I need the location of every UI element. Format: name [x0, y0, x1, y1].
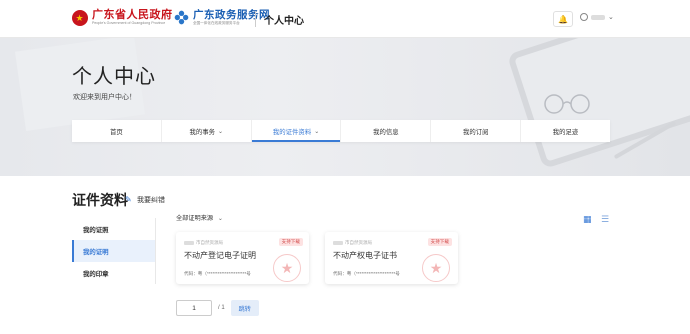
sidebar: 我的证照 我的证明 我的印章 [72, 218, 156, 284]
top-bar: 广东省人民政府 People's Government of Guangdong… [0, 0, 690, 38]
decor-glasses-icon [544, 94, 590, 114]
hero-subtitle: 欢迎来到用户中心！ [73, 94, 136, 101]
chevron-down-icon: ⌄ [314, 128, 320, 135]
nav-home[interactable]: 首页 [72, 120, 162, 142]
nav-my-subscriptions[interactable]: 我的订阅 [431, 120, 522, 142]
chevron-down-icon: ⌄ [218, 128, 224, 135]
pagination: / 1 跳转 [176, 300, 259, 316]
jump-button[interactable]: 跳转 [230, 300, 259, 316]
chevron-down-icon: ⌄ [217, 216, 223, 222]
notification-button[interactable]: 🔔 [553, 11, 573, 27]
card-code: 代码：粤（**********************号 [184, 271, 251, 276]
download-badge[interactable]: 支持下载 [427, 238, 452, 246]
nav-my-info[interactable]: 我的信息 [341, 120, 432, 142]
seal-star-icon: ★ [273, 254, 301, 282]
main-nav: 首页 我的事务 ⌄ 我的证件资料 ⌄ 我的信息 我的订阅 我的足迹 [72, 120, 610, 142]
gov-subtitle: People's Government of Guangdong Provinc… [92, 21, 166, 25]
nav-my-subscriptions-label: 我的订阅 [462, 128, 489, 136]
card-title: 不动产登记电子证明 [184, 251, 256, 260]
card-issuer: 市自然资源局 [184, 240, 223, 246]
service-subtitle: 全国一体化在线政务服务平台 [193, 21, 240, 25]
source-filter-label: 全部证明来源 [176, 215, 214, 222]
certificate-card[interactable]: 市自然资源局 支持下载 不动产登记电子证明 代码：粤（*************… [176, 232, 309, 284]
service-title: 广东政务服务网 [193, 9, 270, 21]
edit-icon[interactable]: ✎ [125, 195, 132, 204]
masked-text [184, 241, 194, 245]
nav-my-affairs-label: 我的事务 [189, 128, 215, 136]
source-filter-dropdown[interactable]: 全部证明来源 ⌄ [176, 213, 223, 222]
seal-star-icon: ★ [422, 254, 450, 282]
correction-link[interactable]: 我要纠错 [137, 195, 165, 205]
nav-my-footprints[interactable]: 我的足迹 [521, 120, 610, 142]
nav-my-footprints-label: 我的足迹 [552, 128, 579, 136]
certificate-card[interactable]: 市自然资源局 支持下载 不动产权电子证书 代码：粤（**************… [325, 232, 458, 284]
card-title: 不动产权电子证书 [333, 251, 397, 260]
page-number-input[interactable] [176, 300, 212, 316]
flower-logo-icon [174, 10, 189, 25]
national-emblem-icon [72, 9, 88, 26]
download-badge[interactable]: 支持下载 [278, 238, 303, 246]
hero-title: 个人中心 [72, 66, 156, 88]
gov-title: 广东省人民政府 [92, 9, 173, 21]
page-total: / 1 [218, 305, 225, 311]
card-issuer: 市自然资源局 [333, 240, 372, 246]
section-title: 证件资料 [72, 192, 128, 208]
bell-icon: 🔔 [558, 14, 568, 24]
header-divider [255, 11, 256, 27]
hero-banner: 个人中心 欢迎来到用户中心！ [0, 38, 690, 176]
user-name-masked [591, 14, 605, 20]
card-code: 代码：粤（**********************号 [333, 271, 400, 276]
list-view-icon[interactable]: ☰ [601, 214, 609, 225]
grid-view-icon[interactable]: ▦ [583, 214, 592, 225]
gov-logo[interactable]: 广东省人民政府 People's Government of Guangdong… [72, 9, 173, 26]
user-icon [580, 13, 588, 21]
nav-my-affairs[interactable]: 我的事务 ⌄ [162, 120, 252, 142]
sidebar-item-my-seals[interactable]: 我的印章 [72, 262, 156, 284]
nav-my-info-label: 我的信息 [373, 128, 399, 136]
user-menu[interactable]: ⌄ [580, 13, 614, 21]
sidebar-item-my-certificates[interactable]: 我的证明 [72, 240, 156, 262]
page-label: 个人中心 [264, 16, 304, 27]
content-area: 证件资料 ✎ 我要纠错 我的证照 我的证明 我的印章 全部证明来源 ⌄ ▦ ☰ … [0, 176, 690, 334]
sidebar-item-my-licenses[interactable]: 我的证照 [72, 218, 156, 240]
masked-text [333, 241, 343, 245]
nav-my-documents[interactable]: 我的证件资料 ⌄ [251, 120, 342, 142]
nav-home-label: 首页 [110, 128, 123, 136]
chevron-down-icon: ⌄ [608, 14, 614, 21]
nav-my-documents-label: 我的证件资料 [272, 128, 312, 136]
